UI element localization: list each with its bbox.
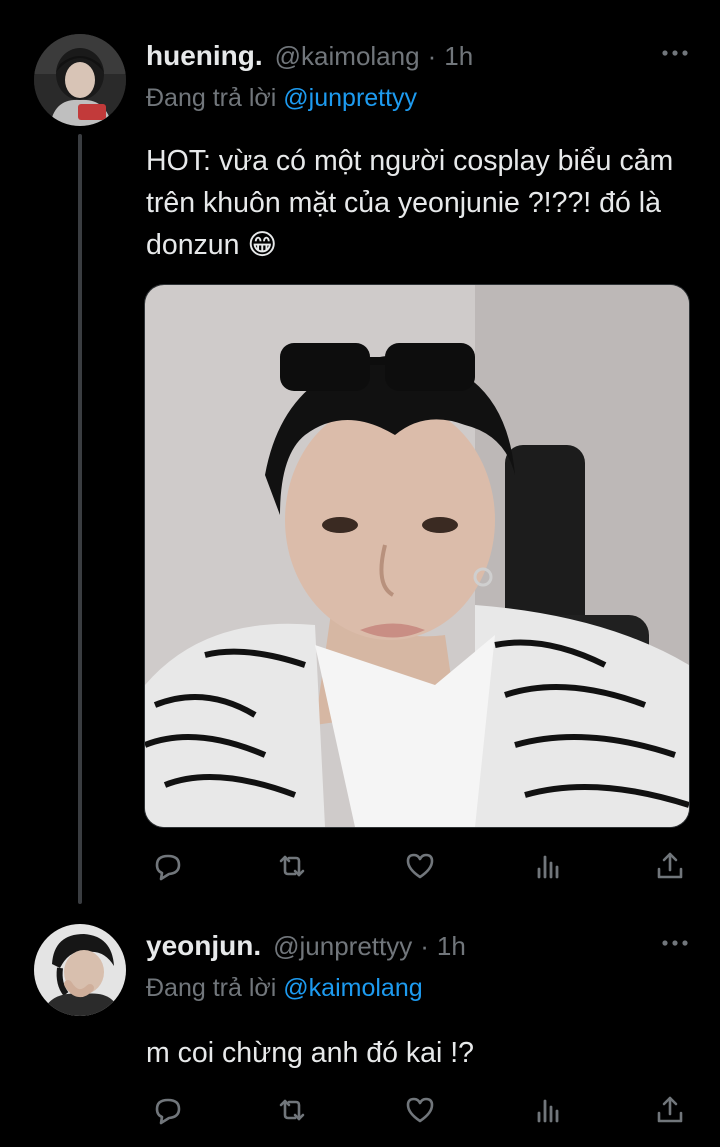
separator-dot: · <box>420 930 429 961</box>
analytics-icon[interactable] <box>526 1088 570 1132</box>
display-name[interactable]: yeonjun. <box>146 930 261 962</box>
reply-icon[interactable] <box>146 1088 190 1132</box>
tweet-text: HOT: vừa có một người cosplay biểu cảm t… <box>146 145 674 261</box>
replying-to: Đang trả lời @junprettyy <box>146 84 417 113</box>
retweet-icon[interactable] <box>270 1088 314 1132</box>
replying-prefix: Đang trả lời <box>146 974 277 1002</box>
tweet-actions <box>146 844 691 888</box>
separator-dot: · <box>427 40 437 71</box>
tweet-header: yeonjun. @junprettyy · 1h <box>146 926 466 966</box>
more-options-icon[interactable] <box>658 36 692 70</box>
tweet[interactable]: yeonjun. @junprettyy · 1h Đang trả lời @… <box>0 924 720 1147</box>
photo-portrait-image <box>145 285 689 827</box>
share-icon[interactable] <box>648 1088 692 1132</box>
replying-prefix: Đang trả lời <box>146 84 277 112</box>
mention-link[interactable]: @junprettyy <box>283 84 417 112</box>
more-options-icon[interactable] <box>658 926 692 960</box>
replying-to: Đang trả lời @kaimolang <box>146 974 423 1003</box>
tweet-header: huening. @kaimolang · 1h <box>146 36 473 76</box>
tweet-actions <box>146 1088 691 1132</box>
reply-icon[interactable] <box>146 844 190 888</box>
mention-link[interactable]: @kaimolang <box>283 974 422 1002</box>
like-icon[interactable] <box>398 1088 442 1132</box>
tweet-media[interactable] <box>144 284 690 828</box>
avatar[interactable] <box>34 34 126 126</box>
analytics-icon[interactable] <box>526 844 570 888</box>
display-name[interactable]: huening. <box>146 40 263 72</box>
timestamp[interactable]: 1h <box>444 41 473 72</box>
tweet-text: m coi chừng anh đó kai !? <box>146 1037 475 1069</box>
retweet-icon[interactable] <box>270 844 314 888</box>
share-icon[interactable] <box>648 844 692 888</box>
tweet[interactable]: huening. @kaimolang · 1h Đang trả lời @j… <box>0 34 720 904</box>
like-icon[interactable] <box>398 844 442 888</box>
user-handle[interactable]: @junprettyy <box>273 931 412 962</box>
avatar[interactable] <box>34 924 126 1016</box>
timestamp[interactable]: 1h <box>437 931 466 962</box>
user-handle[interactable]: @kaimolang <box>275 41 420 72</box>
